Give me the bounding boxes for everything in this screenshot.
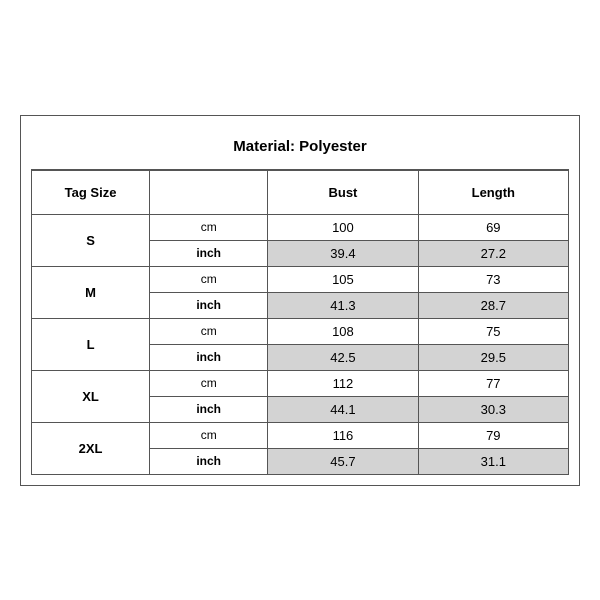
unit-cm: cm	[150, 422, 268, 448]
length-inch: 27.2	[418, 240, 568, 266]
length-cm: 75	[418, 318, 568, 344]
tag-size-cell: L	[32, 318, 150, 370]
unit-cm: cm	[150, 266, 268, 292]
bust-inch: 45.7	[268, 448, 418, 474]
chart-title: Material: Polyester	[31, 126, 569, 170]
unit-inch: inch	[150, 292, 268, 318]
table-row: Scm10069	[32, 214, 569, 240]
length-inch: 29.5	[418, 344, 568, 370]
bust-cm: 100	[268, 214, 418, 240]
length-inch: 28.7	[418, 292, 568, 318]
unit-cm: cm	[150, 370, 268, 396]
tag-size-cell: M	[32, 266, 150, 318]
bust-cm: 108	[268, 318, 418, 344]
length-cm: 73	[418, 266, 568, 292]
length-cm: 69	[418, 214, 568, 240]
size-table: Tag Size Bust Length Scm10069inch39.427.…	[31, 170, 569, 475]
table-row: XLcm11277	[32, 370, 569, 396]
bust-inch: 42.5	[268, 344, 418, 370]
bust-cm: 116	[268, 422, 418, 448]
tag-size-cell: XL	[32, 370, 150, 422]
table-row: 2XLcm11679	[32, 422, 569, 448]
table-row: Lcm10875	[32, 318, 569, 344]
length-inch: 31.1	[418, 448, 568, 474]
header-length: Length	[418, 170, 568, 214]
bust-inch: 41.3	[268, 292, 418, 318]
size-chart-container: Material: Polyester Tag Size Bust Length…	[20, 115, 580, 486]
header-tag-size: Tag Size	[32, 170, 150, 214]
unit-inch: inch	[150, 396, 268, 422]
bust-cm: 105	[268, 266, 418, 292]
unit-inch: inch	[150, 448, 268, 474]
unit-inch: inch	[150, 240, 268, 266]
tag-size-cell: 2XL	[32, 422, 150, 474]
header-bust: Bust	[268, 170, 418, 214]
unit-cm: cm	[150, 214, 268, 240]
tag-size-cell: S	[32, 214, 150, 266]
unit-cm: cm	[150, 318, 268, 344]
length-cm: 77	[418, 370, 568, 396]
bust-inch: 39.4	[268, 240, 418, 266]
header-empty	[150, 170, 268, 214]
bust-inch: 44.1	[268, 396, 418, 422]
table-row: Mcm10573	[32, 266, 569, 292]
unit-inch: inch	[150, 344, 268, 370]
length-cm: 79	[418, 422, 568, 448]
length-inch: 30.3	[418, 396, 568, 422]
table-header-row: Tag Size Bust Length	[32, 170, 569, 214]
bust-cm: 112	[268, 370, 418, 396]
